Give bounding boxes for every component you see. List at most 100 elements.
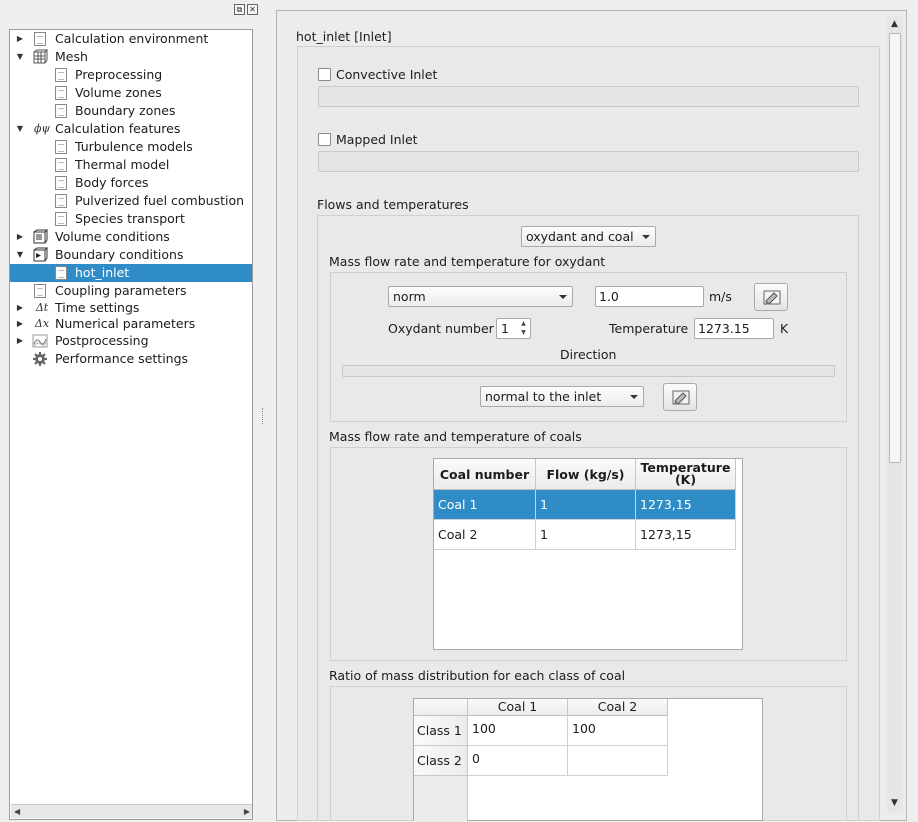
- tree-item-turbulence-models[interactable]: Turbulence models: [10, 138, 252, 156]
- navigation-tree[interactable]: ▶ Calculation environment ▼ Mesh Preprocessi…: [9, 29, 253, 820]
- coals-section-title: Mass flow rate and temperature of coals: [329, 429, 582, 444]
- expand-arrow-icon[interactable]: ▼: [15, 48, 25, 66]
- spin-up-icon[interactable]: ▲: [519, 320, 528, 328]
- oxydant-number-value: 1: [501, 321, 509, 336]
- tree-item-label: Volume zones: [75, 85, 162, 100]
- tree-item-calculation-features[interactable]: ▼ ϕψ Calculation features: [10, 120, 252, 138]
- tree-item-label: Mesh: [55, 49, 88, 64]
- inlet-type-value: oxydant and coal: [526, 229, 634, 244]
- coal-flow-cell[interactable]: 1: [536, 490, 636, 520]
- formula-edit-icon: [672, 390, 690, 405]
- collapse-arrow-icon[interactable]: ▶: [15, 315, 25, 333]
- coal-temperature-cell[interactable]: 1273,15: [636, 520, 736, 550]
- delta-x-icon: Δx: [34, 317, 50, 330]
- tree-item-label: Calculation features: [55, 121, 181, 136]
- close-dock-button[interactable]: ✕: [247, 4, 258, 15]
- tree-item-label: Preprocessing: [75, 67, 163, 82]
- mapped-inlet-label: Mapped Inlet: [336, 132, 418, 147]
- velocity-formula-button[interactable]: [754, 283, 788, 311]
- ratio-cell[interactable]: 100: [568, 716, 668, 746]
- chevron-down-icon: [559, 295, 567, 299]
- mapped-inlet-checkbox[interactable]: [318, 133, 331, 146]
- tree-item-label: Performance settings: [55, 351, 189, 366]
- expand-arrow-icon[interactable]: ▼: [15, 246, 25, 264]
- document-icon: [53, 265, 69, 281]
- ratio-cell[interactable]: [568, 746, 668, 776]
- tree-item-volume-zones[interactable]: Volume zones: [10, 84, 252, 102]
- oxydant-number-label: Oxydant number: [388, 321, 494, 336]
- tree-item-pulverized-fuel-combustion[interactable]: Pulverized fuel combustion: [10, 192, 252, 210]
- scroll-right-icon[interactable]: ▶: [244, 807, 250, 816]
- tree-item-hot-inlet[interactable]: hot_inlet: [10, 264, 252, 282]
- float-dock-button[interactable]: ⧉: [234, 4, 245, 15]
- document-icon: [53, 139, 69, 155]
- tree-item-species-transport[interactable]: Species transport: [10, 210, 252, 228]
- ratio-row-header[interactable]: Class 1: [414, 716, 468, 746]
- tree-item-thermal-model[interactable]: Thermal model: [10, 156, 252, 174]
- ratio-cell[interactable]: 0: [468, 746, 568, 776]
- velocity-mode-select[interactable]: norm: [388, 286, 573, 307]
- direction-formula-button[interactable]: [663, 383, 697, 411]
- inlet-type-select[interactable]: oxydant and coal: [521, 226, 656, 247]
- coal-table[interactable]: Coal number Flow (kg/s) Temperature (K) …: [433, 458, 743, 650]
- document-icon: [53, 85, 69, 101]
- splitter-handle[interactable]: [262, 408, 266, 424]
- coal-temperature-cell[interactable]: 1273,15: [636, 490, 736, 520]
- flow-header[interactable]: Flow (kg/s): [536, 459, 636, 490]
- tree-item-coupling-parameters[interactable]: Coupling parameters: [10, 282, 252, 300]
- tree-item-numerical-parameters[interactable]: ▶ Δx Numerical parameters: [10, 315, 252, 333]
- tree-item-label: Body forces: [75, 175, 149, 190]
- ratio-cell[interactable]: 100: [468, 716, 568, 746]
- temperature-input[interactable]: 1273.15: [694, 318, 774, 339]
- velocity-input[interactable]: 1.0: [595, 286, 704, 307]
- collapse-arrow-icon[interactable]: ▶: [15, 228, 25, 246]
- ratio-section-title: Ratio of mass distribution for each clas…: [329, 668, 626, 683]
- tree-item-mesh[interactable]: ▼ Mesh: [10, 48, 252, 66]
- tree-item-boundary-conditions[interactable]: ▼ Boundary conditions: [10, 246, 252, 264]
- page-title: hot_inlet [Inlet]: [296, 29, 392, 44]
- tree-horizontal-scrollbar[interactable]: ◀ ▶: [11, 804, 252, 818]
- oxydant-number-spinbox[interactable]: 1 ▲ ▼: [496, 318, 531, 339]
- gear-icon: [32, 351, 48, 367]
- ratio-table[interactable]: Coal 1 Coal 2 Class 1 100 100 Class 2 0: [413, 698, 763, 822]
- scroll-down-icon[interactable]: ▼: [891, 798, 898, 808]
- graph-icon: [32, 333, 48, 349]
- convective-inlet-label: Convective Inlet: [336, 67, 438, 82]
- tree-item-label: Pulverized fuel combustion: [75, 193, 245, 208]
- temperature-header[interactable]: Temperature (K): [636, 459, 736, 490]
- scroll-left-icon[interactable]: ◀: [14, 807, 20, 816]
- tree-item-label: Species transport: [75, 211, 185, 226]
- coal-cell[interactable]: Coal 2: [434, 520, 536, 550]
- collapse-arrow-icon[interactable]: ▶: [15, 332, 25, 350]
- coal-cell[interactable]: Coal 1: [434, 490, 536, 520]
- coal-flow-cell[interactable]: 1: [536, 520, 636, 550]
- tree-item-performance-settings[interactable]: Performance settings: [10, 350, 252, 368]
- collapse-arrow-icon[interactable]: ▶: [15, 30, 25, 48]
- flows-section-title: Flows and temperatures: [317, 197, 469, 212]
- document-icon: [53, 193, 69, 209]
- ratio-column-header[interactable]: Coal 2: [568, 699, 668, 716]
- volume-icon: [32, 229, 49, 245]
- convective-inlet-checkbox[interactable]: [318, 68, 331, 81]
- spin-down-icon[interactable]: ▼: [519, 329, 528, 337]
- tree-item-postprocessing[interactable]: ▶ Postprocessing: [10, 332, 252, 350]
- tree-item-label: Boundary conditions: [55, 247, 184, 262]
- ratio-column-header[interactable]: Coal 1: [468, 699, 568, 716]
- boundary-icon: [32, 247, 49, 263]
- panel-scrollbar-thumb[interactable]: [889, 33, 901, 463]
- scroll-up-icon[interactable]: ▲: [891, 19, 898, 29]
- tree-item-calculation-environment[interactable]: ▶ Calculation environment: [10, 30, 252, 48]
- coal-number-header[interactable]: Coal number: [434, 459, 536, 490]
- ratio-table-corner: [414, 699, 468, 716]
- tree-item-body-forces[interactable]: Body forces: [10, 174, 252, 192]
- direction-select[interactable]: normal to the inlet: [480, 386, 644, 407]
- direction-label: Direction: [560, 347, 617, 362]
- tree-item-boundary-zones[interactable]: Boundary zones: [10, 102, 252, 120]
- formula-edit-icon: [763, 290, 781, 305]
- expand-arrow-icon[interactable]: ▼: [15, 120, 25, 138]
- tree-item-preprocessing[interactable]: Preprocessing: [10, 66, 252, 84]
- mesh-icon: [32, 49, 49, 65]
- ratio-table-gutter: [414, 776, 468, 822]
- tree-item-volume-conditions[interactable]: ▶ Volume conditions: [10, 228, 252, 246]
- ratio-row-header[interactable]: Class 2: [414, 746, 468, 776]
